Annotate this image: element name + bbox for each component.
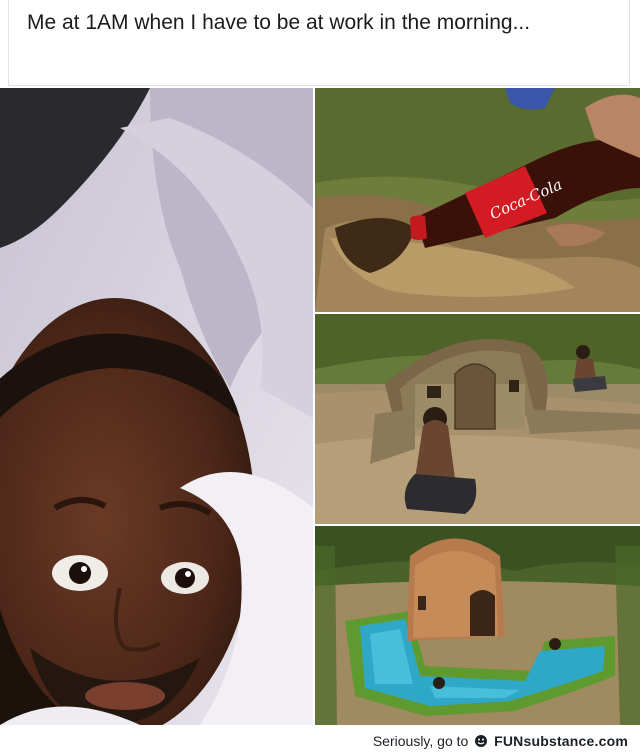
hut-illustration (315, 314, 640, 524)
pool-house-photo (315, 526, 640, 725)
watermark-brand: FUNsubstance.com (494, 733, 628, 749)
selfie-illustration (0, 88, 313, 725)
mud-hut-photo (315, 314, 640, 524)
meme-caption: Me at 1AM when I have to be at work in t… (27, 11, 531, 34)
coke-illustration: Coca-Cola (315, 88, 640, 312)
selfie-photo (0, 88, 313, 725)
coke-pouring-photo: Coca-Cola (315, 88, 640, 312)
pool-house-illustration (315, 526, 640, 725)
happy-face-icon (475, 735, 488, 747)
caption-box: Me at 1AM when I have to be at work in t… (8, 0, 630, 86)
watermark-text: Seriously, go to FUNsubstance.com (373, 733, 628, 749)
watermark-bar: Seriously, go to FUNsubstance.com (0, 727, 640, 756)
watermark-prefix: Seriously, go to (372, 733, 469, 749)
